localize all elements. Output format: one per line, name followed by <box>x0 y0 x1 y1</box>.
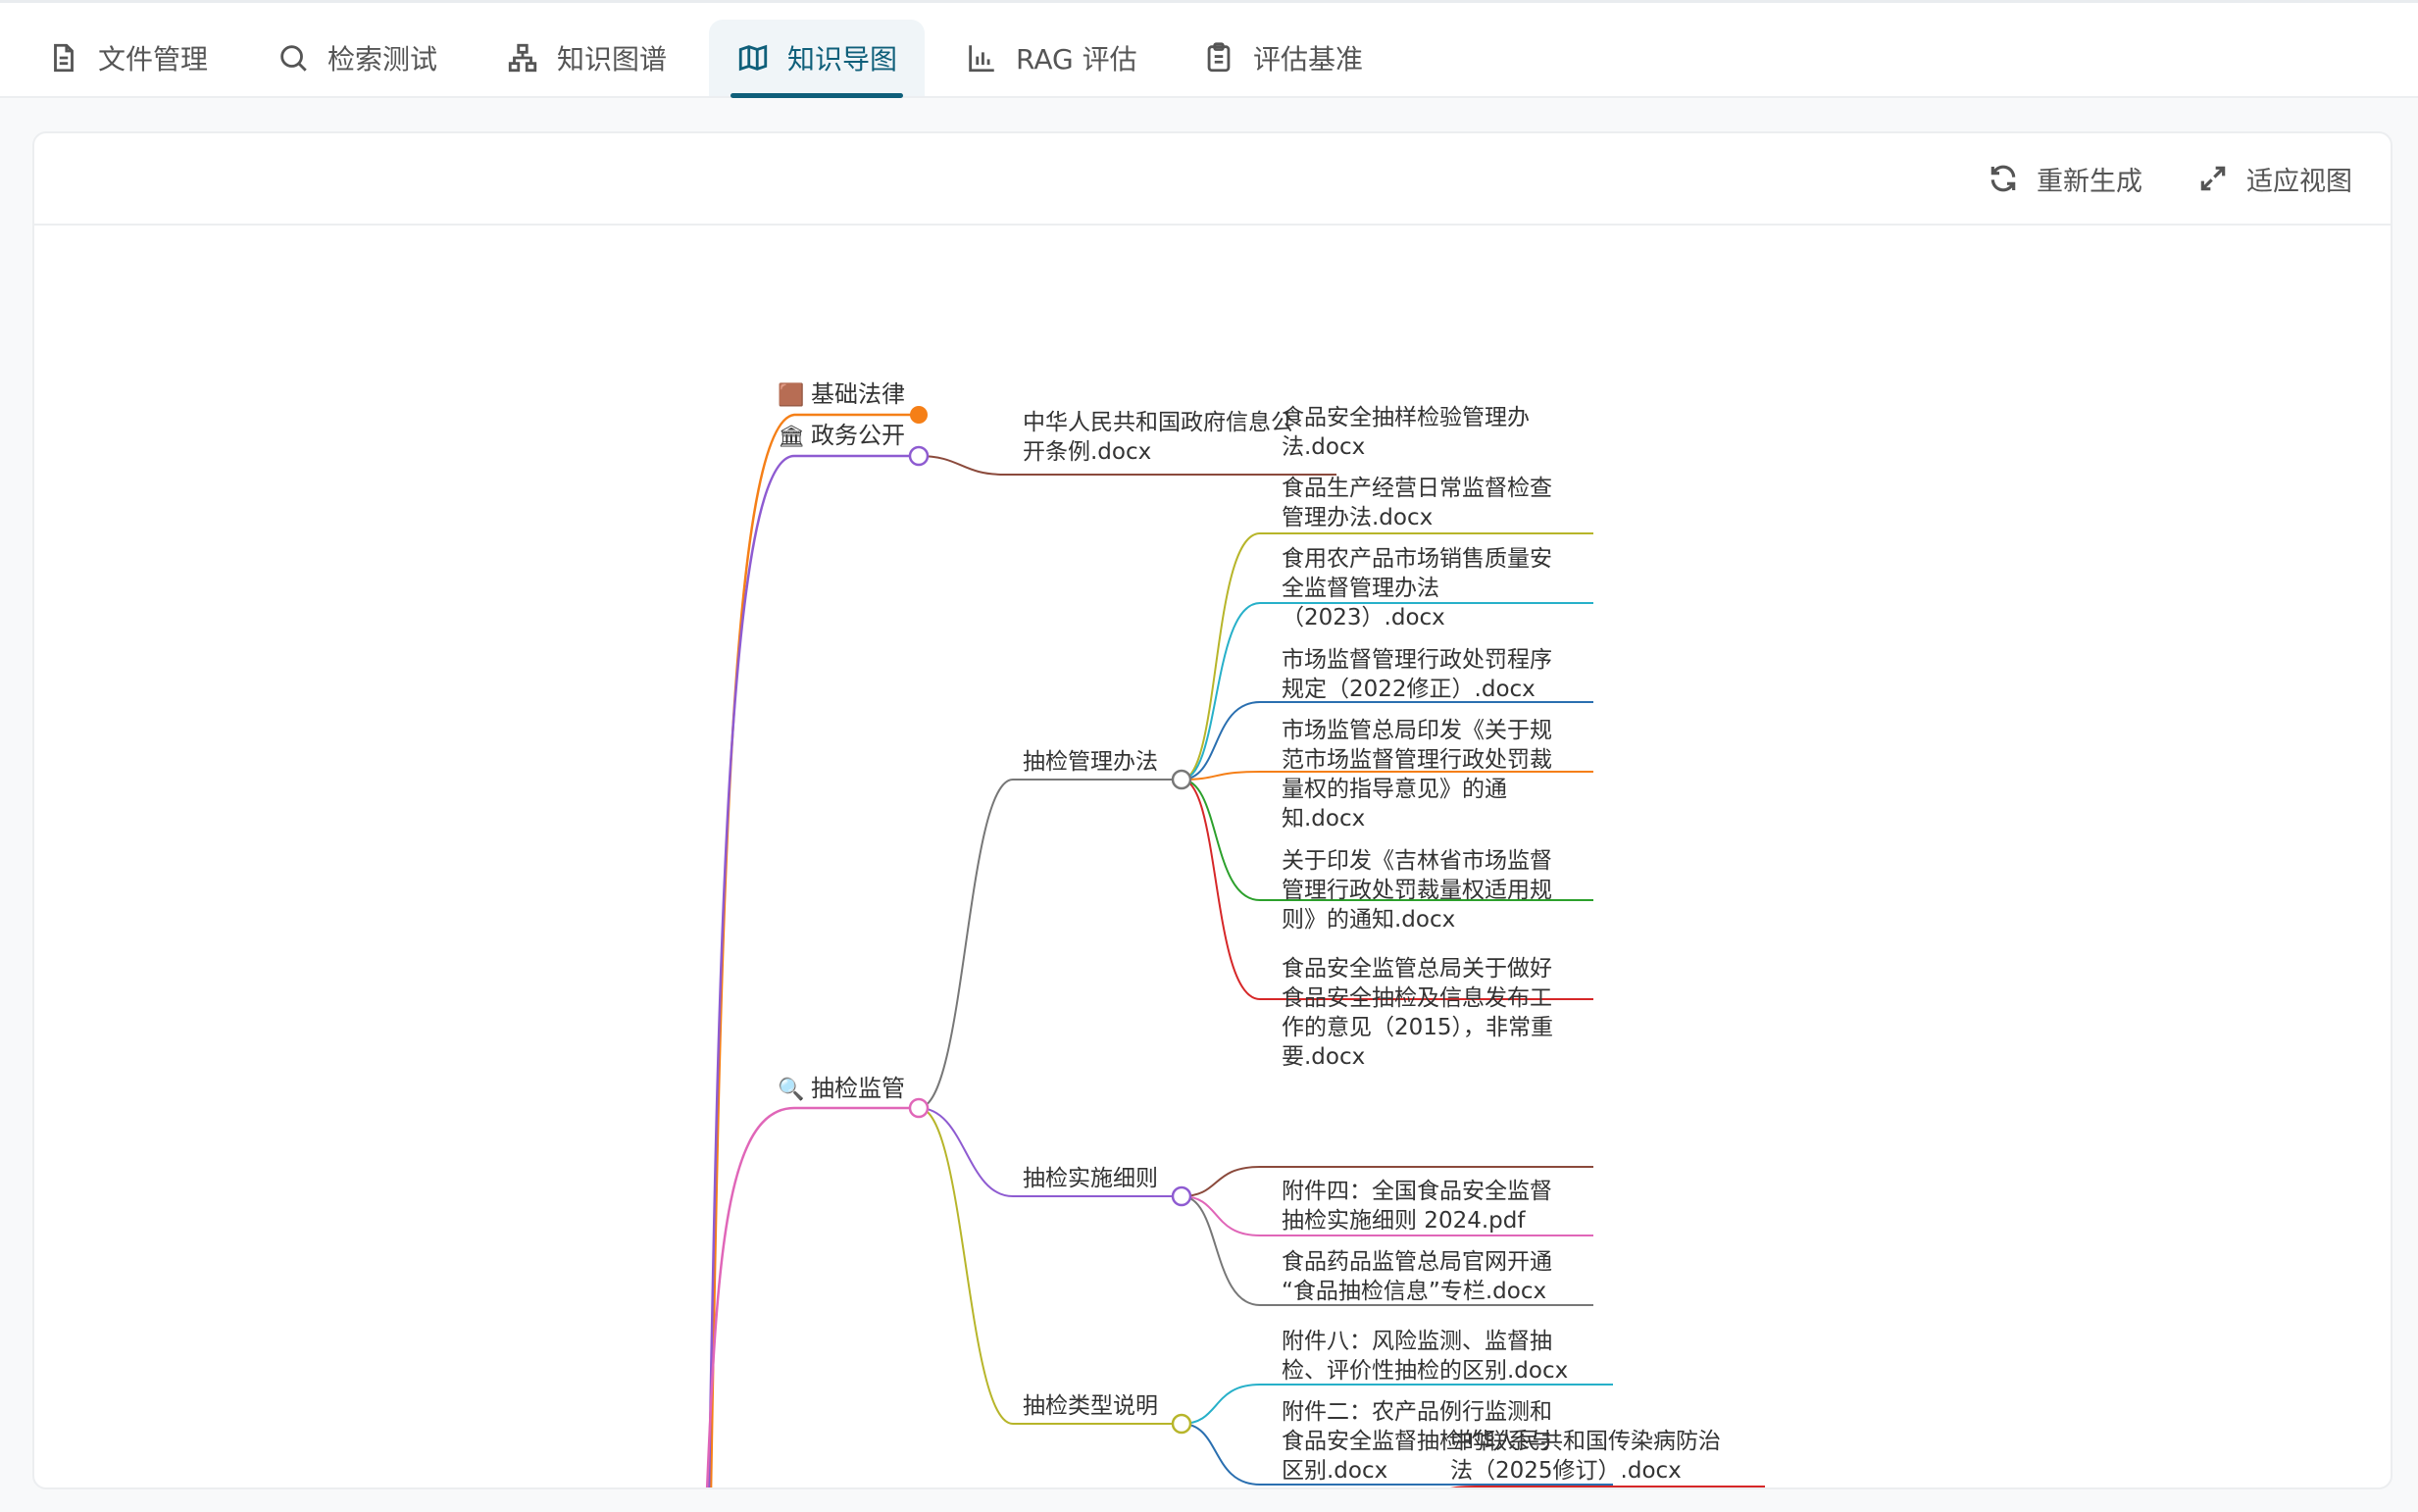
leaf-node[interactable]: 市场监管总局印发《关于规范市场监督管理行政处罚裁量权的指导意见》的通知.docx <box>1282 718 1552 832</box>
refresh-icon <box>1990 165 2016 192</box>
link-b3 <box>705 1106 919 1487</box>
tab-label: 评估基准 <box>1253 43 1364 76</box>
link-b1 <box>709 413 919 1487</box>
node-sub2[interactable]: 抽检实施细则 <box>1023 1166 1158 1191</box>
leaf-node[interactable]: 附件八：风险监测、监督抽检、评价性抽检的区别.docx <box>1282 1329 1568 1384</box>
active-tab-indicator <box>730 93 904 98</box>
regenerate-button[interactable]: 重新生成 <box>1988 159 2142 198</box>
tab-label: 知识图谱 <box>557 43 668 76</box>
leaf-node[interactable]: 食品安全抽样检验管理办法.docx <box>1282 405 1530 460</box>
node-dot[interactable] <box>908 445 930 467</box>
top-border <box>0 0 2418 3</box>
node-sub3[interactable]: 抽检类型说明 <box>1023 1393 1158 1419</box>
tab-knowledge-graph[interactable]: 知识图谱 <box>506 20 667 96</box>
bar-chart-icon <box>969 45 994 73</box>
tab-bar: 文件管理 检索测试 知识图谱 知识导图 RAG 评估 评估基准 <box>0 0 2418 98</box>
leaf-node[interactable]: 关于印发《吉林省市场监督管理行政处罚裁量权适用规则》的通知.docx <box>1282 848 1552 932</box>
link-sub1 <box>918 779 1182 1109</box>
tab-label: RAG 评估 <box>1016 43 1137 76</box>
file-icon <box>54 43 74 73</box>
branch-label-basic-law[interactable]: 基础法律 <box>811 380 905 408</box>
expand-icon <box>2200 166 2226 191</box>
mindmap-toolbar: 重新生成 适应视图 <box>34 133 2391 226</box>
tab-label: 知识导图 <box>787 43 898 76</box>
branch-emoji: 🟫 <box>778 382 804 408</box>
branch-label-sampling[interactable]: 抽检监管 <box>811 1075 905 1102</box>
fit-view-label: 适应视图 <box>2246 166 2352 197</box>
tab-file-management[interactable]: 文件管理 <box>47 20 208 96</box>
node-dot[interactable] <box>1171 1185 1192 1207</box>
mindmap-svg: 🟫 基础法律 🏛 政务公开 🔍 抽检监管 中华人民共和国政府信息公 开条例.do… <box>705 380 1765 1487</box>
mindmap-canvas[interactable]: 🟫 基础法律 🏛 政务公开 🔍 抽检监管 中华人民共和国政府信息公 开条例.do… <box>34 226 2391 1487</box>
link-sub3 <box>918 1107 1182 1425</box>
branch-emoji: 🔍 <box>778 1075 804 1102</box>
node-dot[interactable] <box>908 1097 930 1119</box>
leaf-node[interactable]: 食品药品监管总局官网开通“食品抽检信息”专栏.docx <box>1282 1249 1552 1304</box>
leaf-node[interactable]: 食用农产品市场销售质量安全监督管理办法（2023）.docx <box>1282 546 1552 630</box>
mindmap-panel: 重新生成 适应视图 🟫 基础法律 🏛 政务公开 🔍 抽检监管 中华人民共和国政府… <box>32 131 2393 1489</box>
link-l12 <box>1449 1486 1765 1487</box>
node-gov-doc[interactable]: 中华人民共和国政府信息公 开条例.docx <box>1023 410 1300 465</box>
map-icon <box>738 44 768 72</box>
node-dot[interactable] <box>1171 1413 1192 1435</box>
node-dot[interactable] <box>1171 769 1192 790</box>
tab-label: 文件管理 <box>98 43 209 76</box>
search-icon <box>280 45 307 72</box>
tab-evaluation-benchmark[interactable]: 评估基准 <box>1202 20 1363 96</box>
tab-label: 检索测试 <box>327 43 438 76</box>
fit-view-button[interactable]: 适应视图 <box>2197 159 2352 198</box>
node-sub1[interactable]: 抽检管理办法 <box>1023 749 1158 775</box>
link-b2 <box>707 454 919 1487</box>
regenerate-label: 重新生成 <box>2037 166 2142 197</box>
leaf-node[interactable]: 附件四：全国食品安全监督抽检实施细则 2024.pdf <box>1282 1179 1552 1234</box>
tab-knowledge-mindmap[interactable]: 知识导图 <box>709 20 926 98</box>
network-icon <box>508 43 537 73</box>
tab-retrieval-test[interactable]: 检索测试 <box>277 20 437 96</box>
leaf-node[interactable]: 食品生产经营日常监督检查管理办法.docx <box>1282 476 1552 530</box>
leaf-node[interactable]: 食品安全监管总局关于做好食品安全抽检及信息发布工作的意见（2015），非常重要.… <box>1282 956 1553 1070</box>
leaf-node[interactable]: 中华人民共和国传染病防治法（2025修订）.docx <box>1450 1429 1721 1484</box>
leaf-node[interactable]: 市场监督管理行政处罚程序规定（2022修正）.docx <box>1282 647 1552 702</box>
tab-rag-evaluation[interactable]: RAG 评估 <box>965 20 1137 96</box>
branch-emoji: 🏛 <box>778 425 805 449</box>
node-dot-filled[interactable] <box>910 406 928 424</box>
clipboard-icon <box>1207 42 1231 73</box>
branch-label-gov-affairs[interactable]: 政务公开 <box>811 422 905 449</box>
